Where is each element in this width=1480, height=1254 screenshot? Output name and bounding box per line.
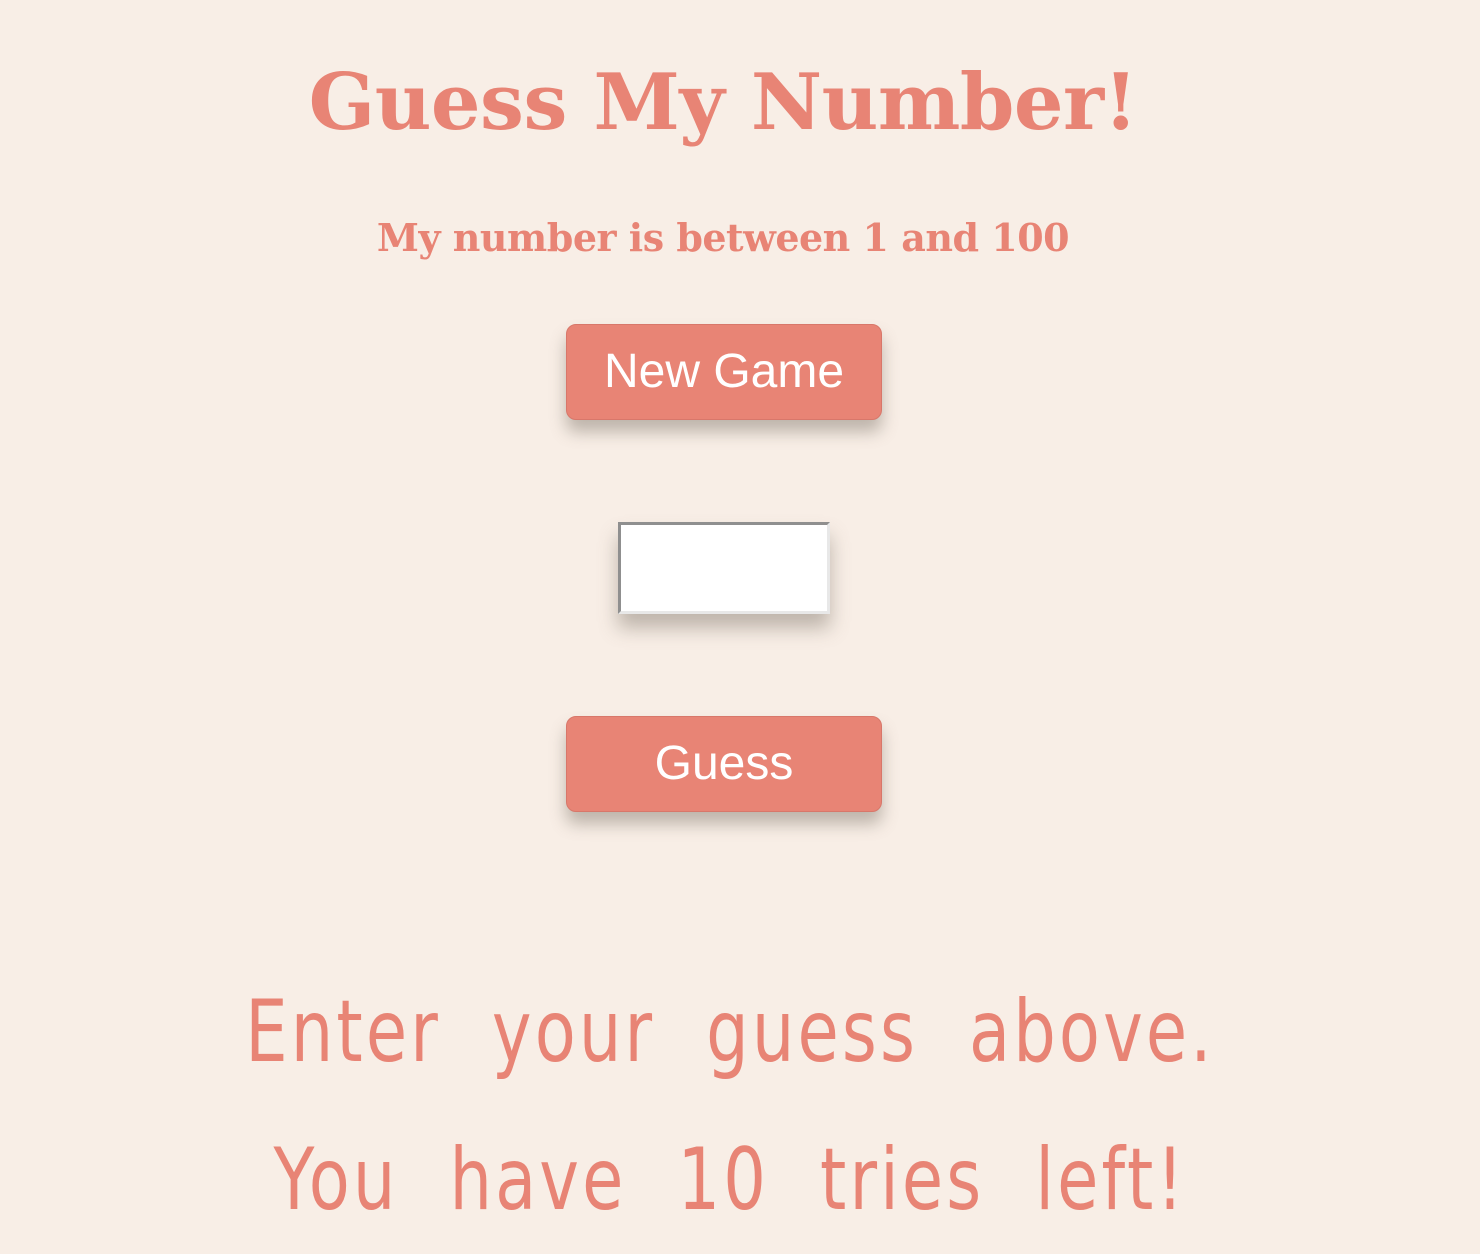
new-game-button[interactable]: New Game	[566, 324, 882, 420]
guess-button[interactable]: Guess	[566, 716, 882, 812]
guess-input[interactable]	[618, 522, 830, 614]
range-subtitle: My number is between 1 and 100	[376, 215, 1070, 260]
page-title: Guess My Number!	[308, 57, 1138, 148]
status-message: Enter your guess above. You have 10 trie…	[245, 982, 1215, 1230]
